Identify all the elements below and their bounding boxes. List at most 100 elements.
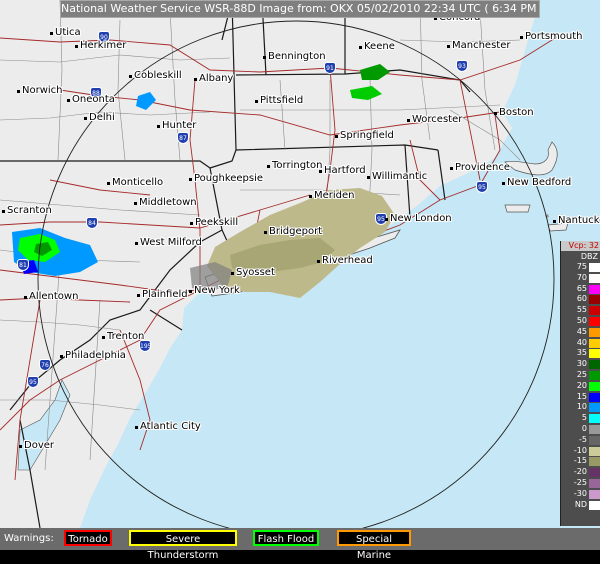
shield-number: 95 (377, 216, 385, 223)
legend-level: -5 (561, 435, 600, 446)
city-marker (319, 170, 322, 173)
city-marker (494, 112, 497, 115)
city-marker (190, 222, 193, 225)
interstate-shield-icon: 76 (39, 359, 51, 371)
city-marker (267, 165, 270, 168)
delaware-bay (17, 379, 71, 471)
legend-swatch (589, 306, 600, 316)
legend-level-label: -5 (579, 434, 587, 444)
legend-level-label: -15 (573, 456, 587, 466)
city-marker (553, 220, 556, 223)
city-marker (335, 135, 338, 138)
echo-catskill (136, 92, 156, 110)
legend-level: 25 (561, 370, 600, 381)
city-label: Manchester (452, 40, 511, 51)
legend-swatch (589, 424, 600, 434)
legend-swatch (589, 338, 600, 348)
legend-level: -30 (561, 489, 600, 500)
city-label: Norwich (22, 85, 63, 96)
legend-swatch (589, 370, 600, 380)
warning-severe-thunderstorm-button[interactable]: Severe Thunderstorm (129, 530, 237, 561)
city-label: Utica (55, 27, 81, 38)
city-marker (134, 202, 137, 205)
legend-swatch (589, 349, 600, 359)
city-marker (450, 167, 453, 170)
city-label: Philadelphia (65, 350, 126, 361)
legend-swatch (589, 478, 600, 488)
legend-level-label: 55 (576, 305, 587, 315)
interstate-shield-icon: 87 (177, 132, 189, 144)
warning-tornado-button[interactable]: Tornado (64, 530, 112, 546)
city-marker (447, 45, 450, 48)
legend-level-label: 45 (576, 326, 587, 336)
city-label: Bennington (268, 51, 326, 62)
dbz-legend: Vcp: 32 DBZ 75 70 65 60 55 50 45 40 35 30 25 20 15 10… (560, 241, 600, 526)
legend-swatch (589, 414, 600, 424)
warning-flash-flood-button[interactable]: Flash Flood (253, 530, 319, 546)
city-marker (19, 445, 22, 448)
city-label: Torrington (272, 160, 323, 171)
legend-level: 70 (561, 273, 600, 284)
legend-level-label: 50 (576, 315, 587, 325)
radar-frame: 90 88 87 91 93 84 95 95 81 195 76 95 Utica Herkimer C… (0, 0, 600, 561)
city-label: Riverhead (322, 255, 373, 266)
legend-scale: 75 70 65 60 55 50 45 40 35 30 25 20 15 10 5 0 -5 -10 -15 -2… (561, 262, 600, 510)
city-label: Pittsfield (260, 95, 304, 106)
interstate-shield-icon: 84 (86, 217, 98, 229)
map-base (0, 0, 600, 528)
city-marker (2, 210, 5, 213)
legend-level-label: 20 (576, 380, 587, 390)
legend-level-label: 65 (576, 283, 587, 293)
legend-level: 5 (561, 413, 600, 424)
city-marker (502, 182, 505, 185)
city-label: Meriden (314, 190, 355, 201)
radar-map: 90 88 87 91 93 84 95 95 81 195 76 95 Utica Herkimer C… (0, 0, 600, 528)
legend-level-label: ND (574, 499, 587, 509)
shield-number: 95 (29, 379, 37, 386)
city-marker (50, 32, 53, 35)
city-marker (189, 290, 192, 293)
legend-swatch (589, 284, 600, 294)
city-label: New Bedford (507, 177, 572, 188)
city-label: Hunter (162, 120, 197, 131)
city-label: Plainfield (142, 289, 188, 300)
city-label: New London (390, 213, 452, 224)
legend-level-label: 25 (576, 369, 587, 379)
city-label: Worcester (412, 114, 463, 125)
city-marker (385, 218, 388, 221)
legend-level-label: -10 (573, 445, 587, 455)
legend-unit: DBZ (580, 252, 598, 261)
legend-swatch (589, 316, 600, 326)
warnings-label: Warnings: (4, 533, 54, 544)
city-label: Scranton (7, 205, 52, 216)
legend-level: 10 (561, 402, 600, 413)
shield-number: 95 (478, 184, 486, 191)
legend-level-label: 5 (581, 413, 587, 423)
city-marker (263, 56, 266, 59)
city-label: Herkimer (80, 40, 127, 51)
vcp-mode: Vcp: 32 (561, 241, 600, 251)
legend-swatch (589, 392, 600, 402)
city-marker (520, 36, 523, 39)
city-label: Hartford (324, 165, 366, 176)
warning-special-marine-button[interactable]: Special Marine (337, 530, 411, 561)
shield-number: 76 (41, 362, 49, 369)
city-label: Middletown (139, 197, 197, 208)
legend-level-label: 30 (576, 359, 587, 369)
legend-level-label: -30 (573, 488, 587, 498)
interstate-shield-icon: 91 (324, 62, 336, 74)
legend-swatch (589, 273, 600, 283)
city-label: Allentown (29, 291, 79, 302)
legend-level: 65 (561, 284, 600, 295)
city-marker (264, 231, 267, 234)
city-label: Peekskill (195, 217, 239, 228)
city-marker (309, 195, 312, 198)
legend-level: -20 (561, 467, 600, 478)
legend-level: -10 (561, 446, 600, 457)
legend-swatch (589, 381, 600, 391)
echo-keene-2 (350, 86, 382, 100)
legend-swatch (589, 295, 600, 305)
legend-swatch (589, 435, 600, 445)
legend-level-label: 60 (576, 294, 587, 304)
city-marker (194, 78, 197, 81)
